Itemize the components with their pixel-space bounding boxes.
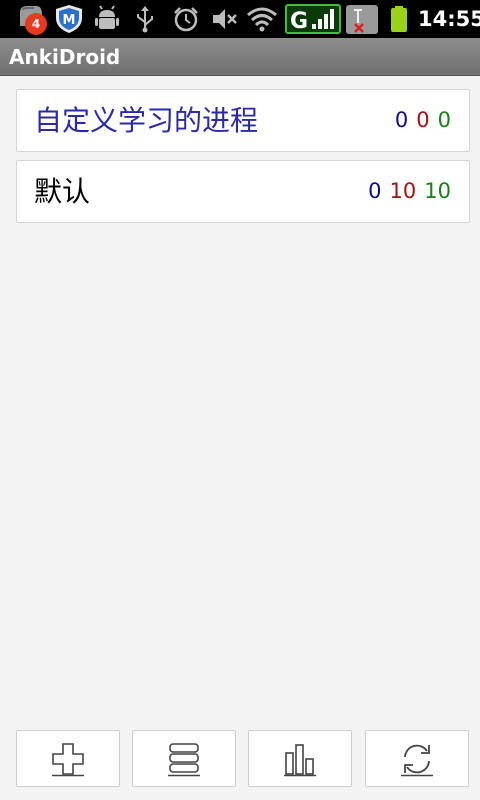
app-title-bar: AnkiDroid <box>0 38 480 76</box>
sync-icon <box>401 744 433 776</box>
battery-icon <box>391 6 407 32</box>
android-debug-icon <box>95 5 119 29</box>
app-title: AnkiDroid <box>9 45 121 69</box>
usb-icon <box>137 6 153 33</box>
due-count: 10 <box>424 179 451 203</box>
learn-count: 10 <box>389 179 417 203</box>
new-count: 0 <box>368 179 382 203</box>
signal-icon: G <box>285 4 341 34</box>
due-count: 0 <box>437 108 451 132</box>
no-sim-icon <box>346 5 378 34</box>
decks-button[interactable] <box>132 730 236 787</box>
statistics-icon <box>284 743 316 776</box>
add-button[interactable] <box>16 730 120 787</box>
wifi-icon <box>247 7 277 32</box>
decks-icon <box>168 742 200 776</box>
deck-list-item[interactable]: 自定义学习的进程 000 <box>16 89 470 152</box>
deck-list-item[interactable]: 默认 0 10 10 <box>16 160 470 223</box>
statistics-button[interactable] <box>248 730 352 787</box>
clock: 14:55 <box>418 7 480 31</box>
alarm-icon <box>174 7 198 32</box>
mute-icon <box>213 9 237 29</box>
learn-count: 0 <box>416 108 430 132</box>
sync-button[interactable] <box>365 730 469 787</box>
deck-counts: 000 <box>387 90 451 151</box>
network-type-label: G <box>290 9 308 32</box>
notification-count-badge: 4 <box>25 13 47 35</box>
deck-name: 自定义学习的进程 <box>34 104 259 137</box>
deck-counts: 0 10 10 <box>360 161 451 222</box>
svg-text:M: M <box>63 13 76 28</box>
deck-name: 默认 <box>34 175 91 208</box>
shield-app-icon: M <box>56 5 82 33</box>
add-icon <box>52 742 84 776</box>
new-count: 0 <box>394 108 409 132</box>
status-bar: 4 M G 14:55 <box>0 0 480 38</box>
